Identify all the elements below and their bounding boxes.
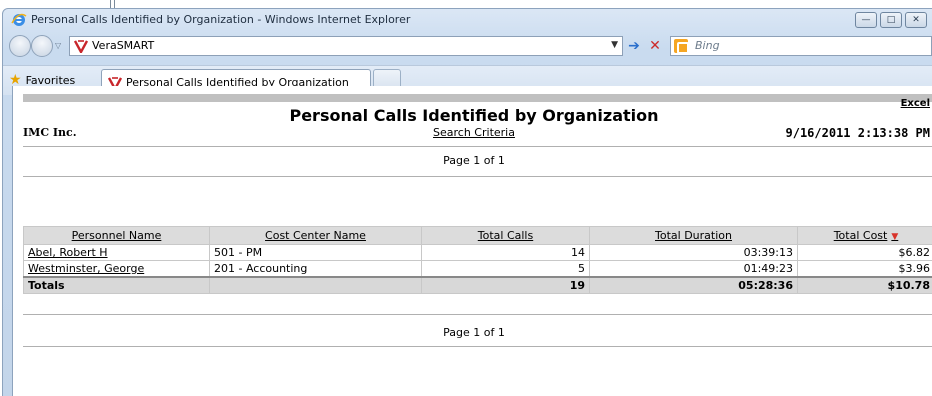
stop-icon[interactable]: ✕ (646, 38, 664, 54)
total-cost-cell: $3.96 (797, 260, 932, 278)
report-timestamp: 9/16/2011 2:13:38 PM (785, 126, 931, 140)
divider (23, 346, 932, 347)
total-duration-cell: 03:39:13 (589, 244, 798, 261)
desktop-strip (0, 0, 932, 8)
total-calls-cell: 5 (421, 260, 590, 278)
navigation-bar: ▽ VeraSMART ▼ ➔ ✕ Bing (3, 33, 932, 59)
sort-descending-icon: ▼ (891, 232, 899, 242)
window-title: Personal Calls Identified by Organizatio… (31, 13, 411, 26)
column-header-total-duration[interactable]: Total Duration (589, 226, 798, 245)
minimize-button[interactable]: — (855, 12, 877, 28)
total-cost-cell: $6.82 (797, 244, 932, 261)
cost-center-cell: 501 - PM (209, 244, 422, 261)
divider (23, 314, 932, 315)
totals-duration-cell: 05:28:36 (589, 276, 798, 294)
internet-explorer-icon (11, 13, 27, 26)
totals-row: Totals 19 05:28:36 $10.78 (23, 276, 932, 294)
totals-cost-cell: $10.78 (797, 276, 932, 294)
go-arrow-icon[interactable]: ➔ (625, 38, 643, 54)
personnel-name-link[interactable]: Abel, Robert H (23, 244, 210, 261)
bing-icon (674, 39, 689, 54)
report-header-bar (23, 94, 932, 102)
window-controls: — □ ✕ (855, 12, 927, 28)
calls-table: Personnel Name Cost Center Name Total Ca… (23, 226, 932, 294)
search-criteria-label[interactable]: Search Criteria (433, 126, 515, 139)
search-box[interactable]: Bing (670, 36, 932, 56)
verasmart-icon (74, 40, 88, 53)
column-header-total-calls[interactable]: Total Calls (421, 226, 590, 245)
totals-label: Totals (23, 276, 210, 294)
totals-calls-cell: 19 (421, 276, 590, 294)
back-button[interactable] (9, 35, 31, 57)
search-placeholder: Bing (695, 39, 720, 52)
recent-pages-dropdown-icon[interactable]: ▽ (55, 41, 61, 50)
address-dropdown-icon[interactable]: ▼ (611, 40, 618, 50)
column-header-cost-center-name[interactable]: Cost Center Name (209, 226, 422, 245)
personnel-name-link[interactable]: Westminster, George (23, 260, 210, 278)
page-indicator-top: Page 1 of 1 (443, 154, 505, 167)
totals-cost-center-cell (209, 276, 422, 294)
page-indicator-bottom: Page 1 of 1 (443, 326, 505, 339)
divider (23, 176, 932, 177)
total-cost-label[interactable]: Total Cost (834, 229, 888, 242)
column-header-total-cost[interactable]: Total Cost ▼ (797, 226, 932, 245)
total-calls-cell: 14 (421, 244, 590, 261)
table-header-row: Personnel Name Cost Center Name Total Ca… (23, 226, 932, 245)
maximize-button[interactable]: □ (880, 12, 902, 28)
report-title: Personal Calls Identified by Organizatio… (289, 106, 659, 125)
divider (23, 146, 932, 147)
table-row: Westminster, George 201 - Accounting 5 0… (23, 260, 932, 278)
address-bar[interactable]: VeraSMART ▼ (69, 36, 623, 56)
page-content: Excel Personal Calls Identified by Organ… (12, 86, 932, 396)
close-button[interactable]: ✕ (905, 12, 927, 28)
total-duration-cell: 01:49:23 (589, 260, 798, 278)
forward-button[interactable] (31, 35, 53, 57)
title-bar: Personal Calls Identified by Organizatio… (3, 9, 932, 31)
table-row: Abel, Robert H 501 - PM 14 03:39:13 $6.8… (23, 244, 932, 261)
favorites-label: Favorites (25, 73, 76, 87)
cost-center-cell: 201 - Accounting (209, 260, 422, 278)
desktop-divider (114, 0, 115, 8)
desktop-divider (110, 0, 111, 8)
column-header-personnel-name[interactable]: Personnel Name (23, 226, 210, 245)
address-text: VeraSMART (92, 39, 155, 52)
